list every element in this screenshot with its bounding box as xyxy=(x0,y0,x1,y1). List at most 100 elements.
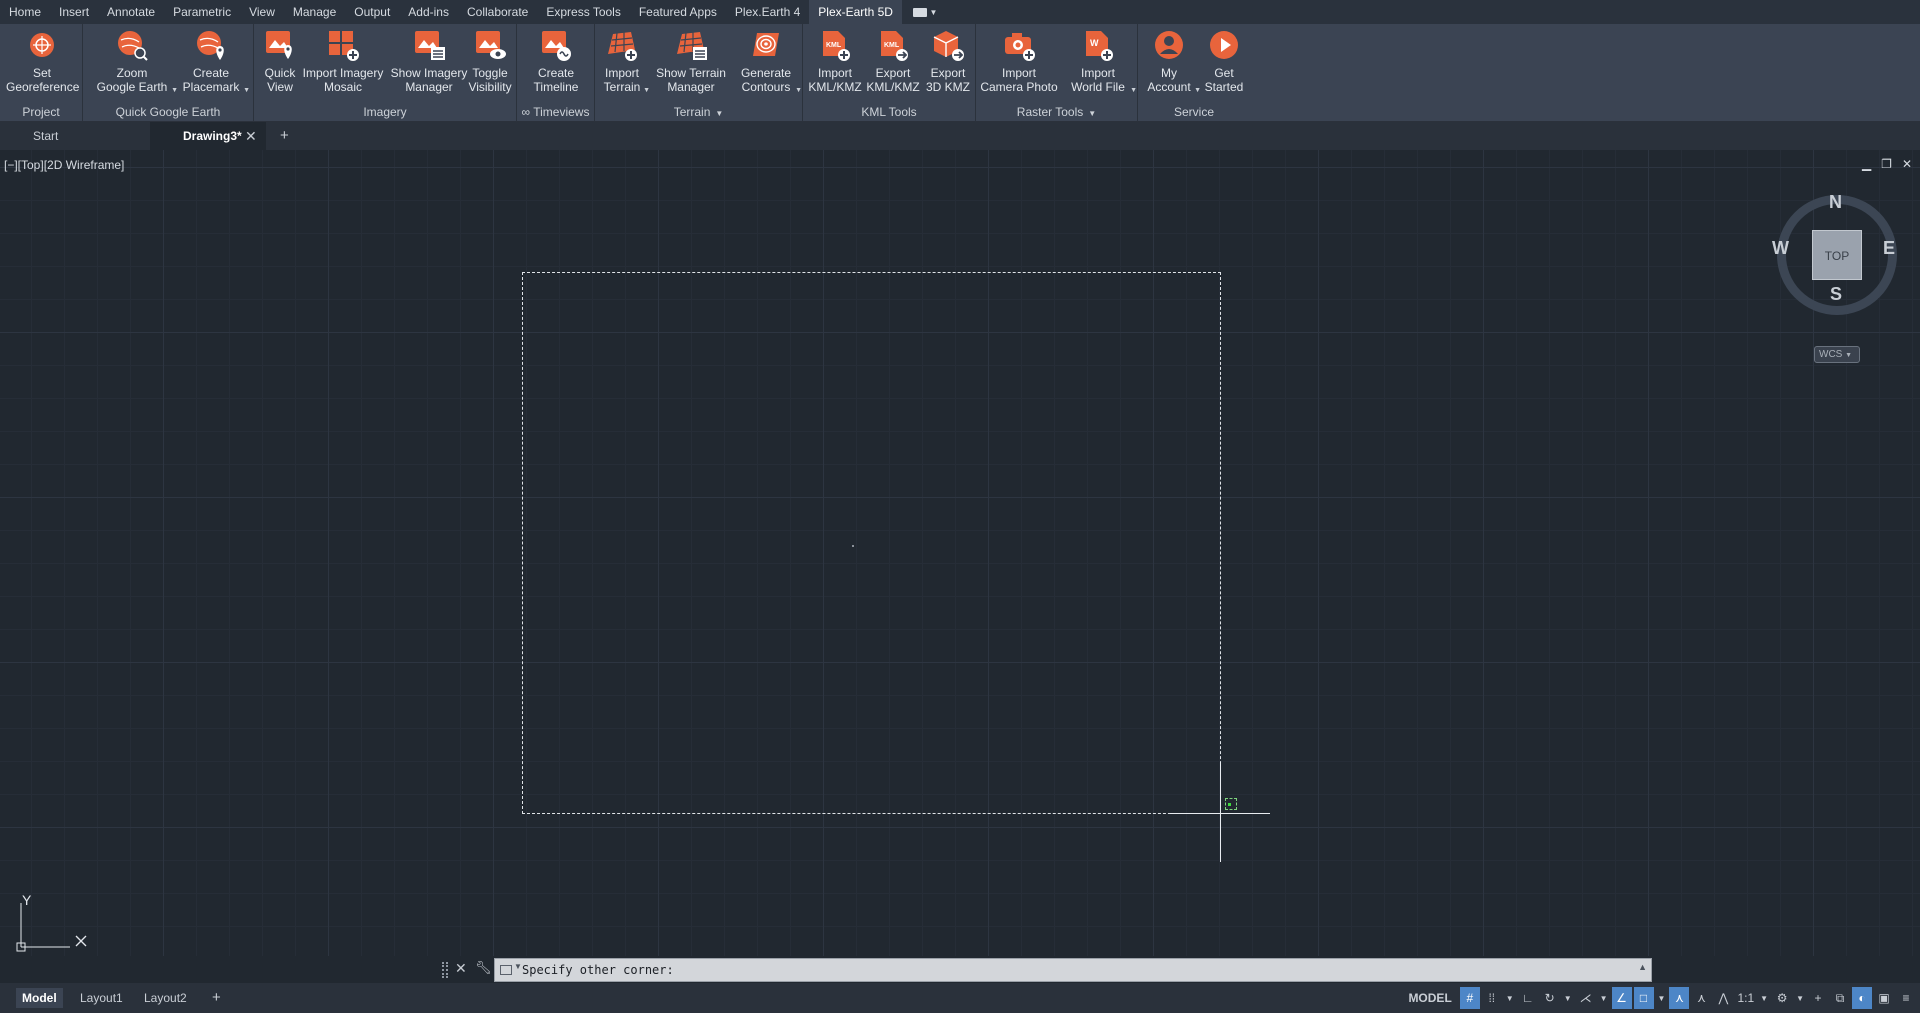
chevron-down-icon[interactable]: ▼ xyxy=(1758,987,1770,1009)
close-icon[interactable]: ✕ xyxy=(455,960,467,977)
tab-home[interactable]: Home xyxy=(0,0,50,24)
command-history-icon[interactable] xyxy=(500,965,512,975)
set-georeference-label: Set Georeference xyxy=(6,66,80,94)
minimize-icon[interactable]: ▁ xyxy=(1862,157,1871,171)
restore-icon[interactable]: ❐ xyxy=(1881,157,1892,171)
tab-view[interactable]: View xyxy=(240,0,284,24)
import-imagery-mosaic-button[interactable]: Import Imagery Mosaic xyxy=(297,28,389,94)
group-title-raster-tools-label: Raster Tools xyxy=(1016,105,1084,119)
close-icon[interactable]: ✕ xyxy=(245,122,257,150)
tab-add-ins[interactable]: Add-ins xyxy=(399,0,458,24)
wcs-menu-button[interactable]: WCS ▼ xyxy=(1814,346,1860,363)
import-camera-photo-button[interactable]: Import Camera Photo xyxy=(980,28,1058,94)
import-kml-icon: KML xyxy=(823,31,850,61)
group-title-imagery: Imagery xyxy=(363,105,407,119)
ribbon-display-options-button[interactable]: ▼ xyxy=(908,0,942,24)
group-title-raster-tools[interactable]: Raster Tools ▼ xyxy=(976,105,1137,119)
annotation-scale-icon[interactable]: ⋀ xyxy=(1713,987,1733,1009)
model-space-toggle[interactable]: MODEL xyxy=(1402,987,1457,1009)
grid-icon[interactable]: # xyxy=(1459,987,1480,1009)
show-terrain-manager-button[interactable]: Show Terrain Manager xyxy=(653,28,729,94)
viewcube-top-face[interactable]: TOP xyxy=(1812,230,1862,280)
group-title-terrain[interactable]: Terrain ▼ xyxy=(595,105,802,119)
viewport-controls-label[interactable]: [−][Top][2D Wireframe] xyxy=(4,158,124,172)
layout-tab-layout1[interactable]: Layout1 xyxy=(74,988,129,1008)
chevron-down-icon[interactable]: ▼ xyxy=(1562,987,1574,1009)
import-camera-photo-label: Import Camera Photo xyxy=(980,66,1058,94)
compass-north[interactable]: N xyxy=(1829,192,1842,213)
annotation-visibility-icon[interactable]: ⋏ xyxy=(1669,987,1690,1009)
quick-view-icon xyxy=(266,31,292,59)
chevron-up-icon[interactable]: ▲ xyxy=(1638,962,1647,972)
tab-manage[interactable]: Manage xyxy=(284,0,345,24)
imagery-manager-icon xyxy=(415,31,445,60)
tab-plex-earth-4[interactable]: Plex.Earth 4 xyxy=(726,0,809,24)
create-timeline-button[interactable]: Create Timeline xyxy=(524,28,588,94)
quick-view-button[interactable]: Quick View xyxy=(258,28,302,94)
snap-icon[interactable]: ⁞⁞ xyxy=(1482,987,1502,1009)
customize-wrench-icon[interactable]: 🔧︎ xyxy=(475,960,492,976)
fullscreen-icon[interactable]: ▣ xyxy=(1874,987,1894,1009)
object-snap-tracking-icon[interactable]: ∠ xyxy=(1611,987,1632,1009)
auto-scale-icon[interactable]: ⋏ xyxy=(1691,987,1711,1009)
compass-west[interactable]: W xyxy=(1772,238,1789,259)
isolate-objects-icon[interactable]: ◐ xyxy=(1852,987,1872,1009)
chevron-down-icon: ▼ xyxy=(1845,352,1853,359)
toggle-visibility-icon xyxy=(476,31,506,59)
export-3d-kmz-label: Export 3D KMZ xyxy=(925,66,970,94)
units-icon[interactable]: ⧉ xyxy=(1830,987,1850,1009)
set-georeference-button[interactable]: Set Georeference xyxy=(6,28,80,94)
create-placemark-button[interactable]: Create Placemark ▼ xyxy=(179,28,250,94)
snap-marker xyxy=(1225,798,1237,810)
compass-east[interactable]: E xyxy=(1883,238,1895,259)
terrain-manager-icon xyxy=(677,32,707,60)
toggle-visibility-button[interactable]: Toggle Visibility xyxy=(466,28,514,94)
show-imagery-manager-button[interactable]: Show Imagery Manager xyxy=(384,28,474,94)
isodraft-icon[interactable]: ⋌ xyxy=(1576,987,1596,1009)
drag-handle-icon[interactable] xyxy=(442,962,448,978)
import-kml-kmz-button[interactable]: KML Import KML/KMZ xyxy=(807,28,863,94)
tab-parametric[interactable]: Parametric xyxy=(164,0,240,24)
drawing-canvas[interactable]: [−][Top][2D Wireframe] ▁ ❐ ✕ TOP N S E W… xyxy=(0,150,1920,956)
get-started-button[interactable]: Get Started xyxy=(1202,28,1246,94)
import-kml-kmz-label: Import KML/KMZ xyxy=(808,66,862,94)
command-input[interactable]: ▼ Specify other corner: ▲ xyxy=(494,958,1652,982)
tab-featured-apps[interactable]: Featured Apps xyxy=(630,0,726,24)
chevron-down-icon[interactable]: ▼ xyxy=(1598,987,1610,1009)
tab-plex-earth-5d[interactable]: Plex-Earth 5D xyxy=(809,0,902,24)
ortho-icon[interactable]: ∟ xyxy=(1518,987,1538,1009)
chevron-down-icon[interactable]: ▼ xyxy=(1794,987,1806,1009)
customization-menu-icon[interactable]: ≡ xyxy=(1896,987,1916,1009)
annotation-scale-value[interactable]: 1:1 xyxy=(1735,987,1756,1009)
zoom-google-earth-button[interactable]: Zoom Google Earth ▼ xyxy=(93,28,178,94)
compass-south[interactable]: S xyxy=(1830,284,1842,305)
tab-annotate[interactable]: Annotate xyxy=(98,0,164,24)
viewcube[interactable]: TOP N S E W xyxy=(1772,185,1902,315)
new-tab-button[interactable]: + xyxy=(280,122,289,150)
layout-tab-model[interactable]: Model xyxy=(16,988,63,1008)
import-world-file-button[interactable]: W Import World File ▼ xyxy=(1066,28,1137,94)
add-layout-button[interactable]: + xyxy=(206,988,227,1008)
chevron-down-icon[interactable]: ▼ xyxy=(1656,987,1668,1009)
tab-output[interactable]: Output xyxy=(345,0,399,24)
group-project: Set Georeference Project xyxy=(0,24,83,122)
polar-tracking-icon[interactable]: ↻ xyxy=(1540,987,1560,1009)
export-kml-kmz-button[interactable]: KML Export KML/KMZ xyxy=(865,28,921,94)
import-world-file-label: Import World File xyxy=(1071,66,1125,94)
tab-insert[interactable]: Insert xyxy=(50,0,98,24)
tab-collaborate[interactable]: Collaborate xyxy=(458,0,537,24)
object-snap-icon[interactable]: □ xyxy=(1633,987,1654,1009)
generate-contours-button[interactable]: Generate Contours ▼ xyxy=(737,28,802,94)
export-3d-kmz-button[interactable]: Export 3D KMZ xyxy=(923,28,973,94)
gear-icon[interactable]: ⚙ xyxy=(1772,987,1792,1009)
tab-express-tools[interactable]: Express Tools xyxy=(537,0,629,24)
plus-icon[interactable]: + xyxy=(1808,987,1828,1009)
file-tab-start[interactable]: Start xyxy=(0,122,150,150)
import-terrain-button[interactable]: Import Terrain ▼ xyxy=(601,28,650,94)
close-icon[interactable]: ✕ xyxy=(1902,157,1912,171)
show-terrain-manager-label: Show Terrain Manager xyxy=(656,66,726,94)
my-account-button[interactable]: My Account ▼ xyxy=(1144,28,1201,94)
layout-tab-layout2[interactable]: Layout2 xyxy=(138,988,193,1008)
chevron-down-icon[interactable]: ▼ xyxy=(1504,987,1516,1009)
play-icon xyxy=(1210,31,1238,59)
